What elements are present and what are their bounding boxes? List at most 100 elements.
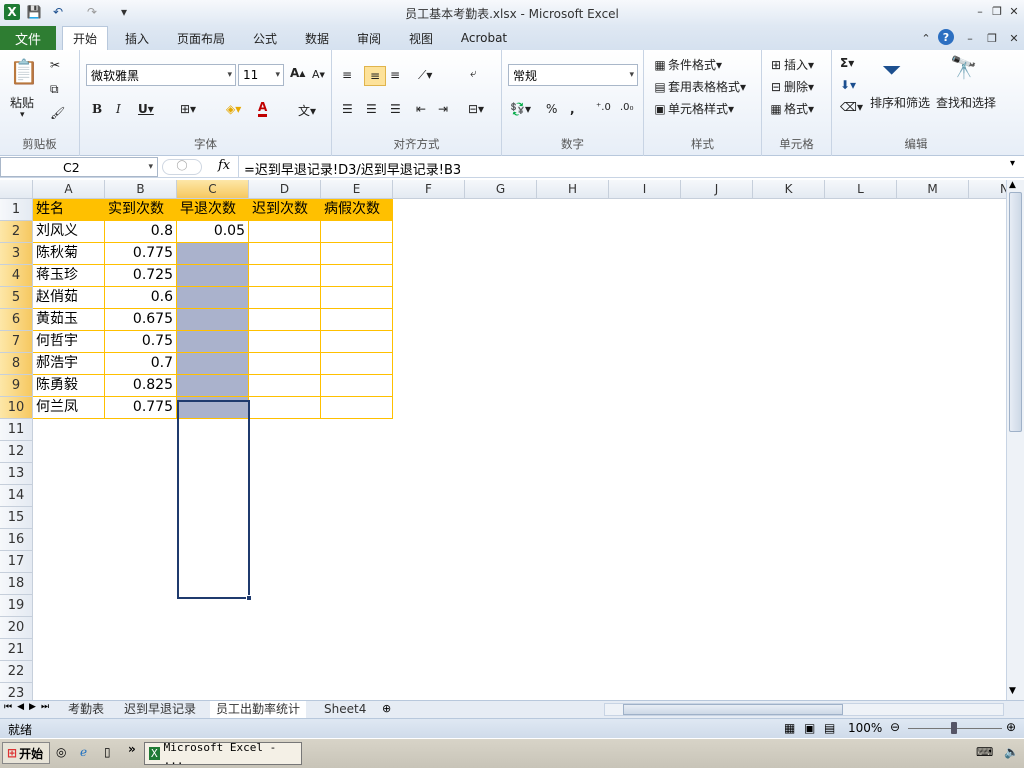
name-cell[interactable]: 何哲宇 <box>33 331 105 353</box>
align-center-icon[interactable]: ☰ <box>366 102 377 116</box>
sick-leave-cell[interactable] <box>321 243 393 265</box>
late-count-cell[interactable] <box>249 265 321 287</box>
actual-count-cell[interactable]: 0.675 <box>105 309 177 331</box>
copy-icon[interactable]: ⧉ <box>50 82 59 97</box>
zoom-out-icon[interactable]: ⊖ <box>890 720 900 734</box>
name-cell[interactable]: 陈秋菊 <box>33 243 105 265</box>
sheet-tab-late-early[interactable]: 迟到早退记录 <box>118 701 202 718</box>
increase-font-icon[interactable]: A ▲ <box>290 66 305 80</box>
view-page-break-icon[interactable]: ▤ <box>824 721 835 735</box>
row-header-6[interactable]: 6 <box>0 309 33 331</box>
font-color-icon[interactable]: A <box>258 100 268 117</box>
actual-count-cell[interactable]: 0.775 <box>105 397 177 419</box>
actual-count-cell[interactable]: 0.725 <box>105 265 177 287</box>
name-cell[interactable]: 陈勇毅 <box>33 375 105 397</box>
paste-icon[interactable]: 📋 <box>8 56 40 88</box>
scroll-up-icon[interactable]: ▲ <box>1009 180 1016 190</box>
help-icon[interactable]: ? <box>938 29 954 45</box>
name-cell[interactable]: 刘风义 <box>33 221 105 243</box>
insert-cells-button[interactable]: ⊞ 插入 ▾ <box>768 56 814 73</box>
tab-home[interactable]: 开始 <box>62 26 108 50</box>
row-header-10[interactable]: 10 <box>0 397 33 419</box>
vertical-scroll-thumb[interactable] <box>1009 192 1022 432</box>
restore-icon[interactable]: ❐ <box>989 3 1005 19</box>
insert-function-icon[interactable]: fx <box>218 158 230 173</box>
format-painter-icon[interactable]: 🖌 <box>50 106 65 120</box>
row-header-15[interactable]: 15 <box>0 507 33 529</box>
align-right-icon[interactable]: ☰ <box>390 102 401 116</box>
workbook-close-icon[interactable]: ✕ <box>1006 30 1022 46</box>
decrease-font-icon[interactable]: A ▼ <box>312 68 325 81</box>
align-top-icon[interactable]: ≡ <box>342 68 352 82</box>
header-cell-e[interactable]: 病假次数 <box>321 199 393 221</box>
row-header-23[interactable]: 23 <box>0 683 33 700</box>
actual-count-cell[interactable]: 0.7 <box>105 353 177 375</box>
font-size-select[interactable]: 11 ▾ <box>238 64 284 86</box>
column-header-m[interactable]: M <box>897 180 969 199</box>
column-header-f[interactable]: F <box>393 180 465 199</box>
clear-icon[interactable]: ⌫▾ <box>840 100 863 114</box>
currency-icon[interactable]: 💱▾ <box>510 102 531 116</box>
italic-icon[interactable]: I <box>116 102 121 116</box>
bold-icon[interactable]: B <box>92 102 102 116</box>
row-header-17[interactable]: 17 <box>0 551 33 573</box>
row-header-5[interactable]: 5 <box>0 287 33 309</box>
sick-leave-cell[interactable] <box>321 397 393 419</box>
taskbar-excel-button[interactable]: X Microsoft Excel - ... <box>144 741 302 767</box>
delete-cells-button[interactable]: ⊟ 删除 ▾ <box>768 78 814 95</box>
fill-color-icon[interactable]: ◈▾ <box>226 102 241 116</box>
increase-decimal-icon[interactable]: ⁺.0 <box>596 102 611 113</box>
formula-bar-splitter[interactable]: ◯ <box>162 159 202 175</box>
actual-count-cell[interactable]: 0.8 <box>105 221 177 243</box>
column-header-k[interactable]: K <box>753 180 825 199</box>
early-leave-cell[interactable] <box>177 287 249 309</box>
cut-icon[interactable]: ✂ <box>50 58 60 72</box>
conditional-format-button[interactable]: ▦ 条件格式 ▾ <box>652 56 722 73</box>
row-header-3[interactable]: 3 <box>0 243 33 265</box>
row-header-1[interactable]: 1 <box>0 199 33 221</box>
start-button[interactable]: ⊞ 开始 <box>2 742 50 764</box>
binoculars-icon[interactable]: 🔭 <box>950 56 977 81</box>
format-cells-button[interactable]: ▦ 格式 ▾ <box>768 100 814 117</box>
actual-count-cell[interactable]: 0.775 <box>105 243 177 265</box>
paste-button[interactable]: 粘贴 <box>10 94 34 111</box>
align-left-icon[interactable]: ☰ <box>342 102 353 116</box>
fill-icon[interactable]: ⬇▾ <box>840 78 856 92</box>
sheet-nav-icon[interactable]: ⏮◀▶⏭ <box>4 702 54 712</box>
column-header-g[interactable]: G <box>465 180 537 199</box>
zoom-slider-thumb[interactable] <box>951 722 957 734</box>
underline-icon[interactable]: U▾ <box>138 102 154 116</box>
tab-formulas[interactable]: 公式 <box>244 26 286 50</box>
tab-acrobat[interactable]: Acrobat <box>452 26 516 50</box>
vertical-scrollbar[interactable]: ▲ ▼ <box>1006 180 1024 700</box>
row-header-20[interactable]: 20 <box>0 617 33 639</box>
more-icon[interactable]: » <box>128 742 136 756</box>
sheet-tab-attendance[interactable]: 考勤表 <box>62 701 110 718</box>
actual-count-cell[interactable]: 0.825 <box>105 375 177 397</box>
format-as-table-button[interactable]: ▤ 套用表格格式 ▾ <box>652 78 746 95</box>
column-header-e[interactable]: E <box>321 180 393 199</box>
percent-icon[interactable]: % <box>546 102 557 116</box>
early-leave-cell[interactable] <box>177 375 249 397</box>
late-count-cell[interactable] <box>249 375 321 397</box>
row-header-9[interactable]: 9 <box>0 375 33 397</box>
paste-dropdown-icon[interactable]: ▾ <box>20 110 25 120</box>
view-normal-icon[interactable]: ▦ <box>784 721 795 735</box>
name-cell[interactable]: 蒋玉珍 <box>33 265 105 287</box>
keyboard-icon[interactable]: ⌨ <box>976 745 993 759</box>
workbook-restore-icon[interactable]: ❐ <box>984 30 1000 46</box>
column-header-d[interactable]: D <box>249 180 321 199</box>
late-count-cell[interactable] <box>249 287 321 309</box>
number-format-select[interactable]: 常规 ▾ <box>508 64 638 86</box>
late-count-cell[interactable] <box>249 243 321 265</box>
wrap-text-icon[interactable]: ⤶ <box>470 66 477 81</box>
zoom-in-icon[interactable]: ⊕ <box>1006 720 1016 734</box>
sort-filter-icon[interactable]: ⏷ <box>882 56 901 84</box>
volume-icon[interactable]: 🔈 <box>1004 745 1019 759</box>
header-cell-b[interactable]: 实到次数 <box>105 199 177 221</box>
late-count-cell[interactable] <box>249 309 321 331</box>
column-header-a[interactable]: A <box>33 180 105 199</box>
early-leave-cell[interactable] <box>177 331 249 353</box>
sick-leave-cell[interactable] <box>321 375 393 397</box>
horizontal-scroll-thumb[interactable] <box>623 704 843 715</box>
